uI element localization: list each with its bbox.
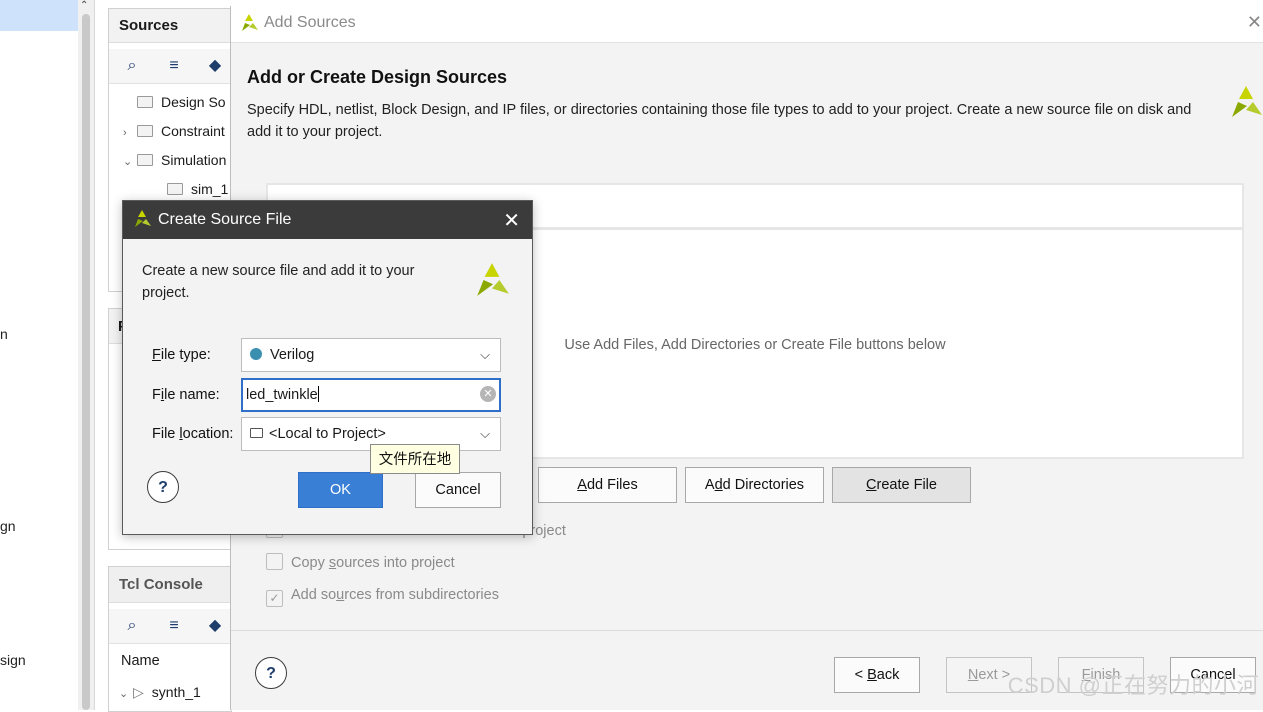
tree-item-constraints[interactable]: › Constraint [123, 118, 225, 144]
left-scrollbar[interactable]: ⌃ [78, 0, 95, 710]
left-navigation-strip: n gn sign [0, 0, 78, 710]
create-file-button[interactable]: Create File [832, 467, 971, 503]
vivado-logo-icon [135, 210, 151, 227]
nav-fragment[interactable]: n [0, 326, 8, 342]
tree-item-design-sources[interactable]: Design So [123, 89, 226, 115]
chevron-down-icon[interactable]: ⌄ [123, 149, 137, 175]
tree-item-simulation[interactable]: ⌄ Simulation [123, 147, 226, 173]
tcl-console-tab[interactable]: Tcl Console [109, 567, 231, 603]
vivado-logo-icon [242, 14, 258, 31]
collapse-all-icon[interactable]: ≡ [164, 616, 184, 636]
option-add-subdirectories[interactable]: ✓ Add sources from subdirectories [266, 584, 499, 607]
folder-icon [250, 428, 263, 438]
folder-icon [167, 183, 183, 195]
close-icon[interactable]: ✕ [503, 208, 520, 233]
verilog-icon [250, 348, 262, 360]
search-icon[interactable]: ⌕ [122, 616, 142, 636]
file-name-input[interactable]: led_twinkle ✕ [241, 378, 501, 412]
checkbox-checked-icon[interactable]: ✓ [266, 590, 283, 607]
chevron-down-icon[interactable]: ⌄ [119, 681, 133, 707]
expand-all-icon[interactable]: ◆ [205, 56, 225, 76]
clear-input-icon[interactable]: ✕ [480, 386, 496, 402]
tree-item-sim-1[interactable]: sim_1 [167, 176, 228, 202]
nav-fragment[interactable]: sign [0, 652, 26, 668]
nav-fragment[interactable]: gn [0, 518, 16, 534]
tcl-console-panel: Tcl Console ⌕ ≡ ◆ Name ⌄ ▷ synth_1 [108, 566, 232, 712]
add-directories-button[interactable]: Add Directories [685, 467, 824, 503]
create-source-titlebar: Create Source File ✕ [123, 201, 532, 239]
selected-nav-row[interactable] [0, 0, 78, 31]
add-sources-title: Add Sources [264, 14, 356, 31]
create-source-title: Create Source File [158, 211, 292, 228]
add-sources-titlebar: Add Sources ✕ [231, 6, 1263, 43]
file-location-label: File location: [152, 426, 234, 442]
folder-icon [137, 154, 153, 166]
watermark: CSDN @正在努力的小河 [1007, 673, 1259, 698]
help-button[interactable]: ? [147, 471, 179, 503]
close-icon[interactable]: ✕ [1247, 12, 1262, 33]
ok-button[interactable]: OK [298, 472, 383, 508]
cancel-button[interactable]: Cancel [415, 472, 501, 508]
text-caret [317, 386, 319, 402]
chevron-right-icon[interactable]: › [123, 120, 137, 146]
option-copy-sources[interactable]: Copy sources into project [266, 552, 455, 574]
checkbox[interactable] [266, 553, 283, 570]
back-button[interactable]: < Back [834, 657, 920, 693]
create-source-file-dialog: Create Source File ✕ Create a new source… [122, 200, 533, 535]
create-source-description: Create a new source file and add it to y… [142, 263, 415, 301]
sources-toolbar: ⌕ ≡ ◆ [109, 49, 231, 84]
collapse-all-icon[interactable]: ≡ [164, 56, 184, 76]
sources-panel-title: Sources [109, 9, 231, 43]
footer-divider [231, 630, 1263, 631]
vivado-logo-icon [1232, 86, 1262, 117]
expand-all-icon[interactable]: ◆ [205, 616, 225, 636]
folder-icon [137, 96, 153, 108]
search-icon[interactable]: ⌕ [122, 56, 142, 76]
column-header-name[interactable]: Name [121, 653, 160, 669]
file-type-select[interactable]: Verilog ⌵ [241, 338, 501, 372]
folder-icon [137, 125, 153, 137]
chevron-down-icon[interactable]: ⌵ [480, 339, 490, 371]
vivado-logo-icon [477, 263, 509, 296]
tcl-toolbar: ⌕ ≡ ◆ [109, 609, 231, 644]
file-location-tooltip: 文件所在地 [370, 444, 460, 474]
page-description: Specify HDL, netlist, Block Design, and … [247, 102, 1192, 140]
page-heading: Add or Create Design Sources [247, 67, 508, 87]
chevron-down-icon[interactable]: ⌵ [480, 418, 490, 450]
file-name-label: File name: [152, 387, 220, 403]
run-play-icon: ▷ [133, 684, 144, 700]
help-button[interactable]: ? [255, 657, 287, 689]
add-files-button[interactable]: Add Files [538, 467, 677, 503]
scroll-up-icon[interactable]: ⌃ [80, 0, 88, 11]
run-row-synth-1[interactable]: ⌄ ▷ synth_1 [119, 679, 201, 705]
scrollbar-thumb[interactable] [82, 14, 90, 710]
file-type-label: File type: [152, 347, 211, 363]
